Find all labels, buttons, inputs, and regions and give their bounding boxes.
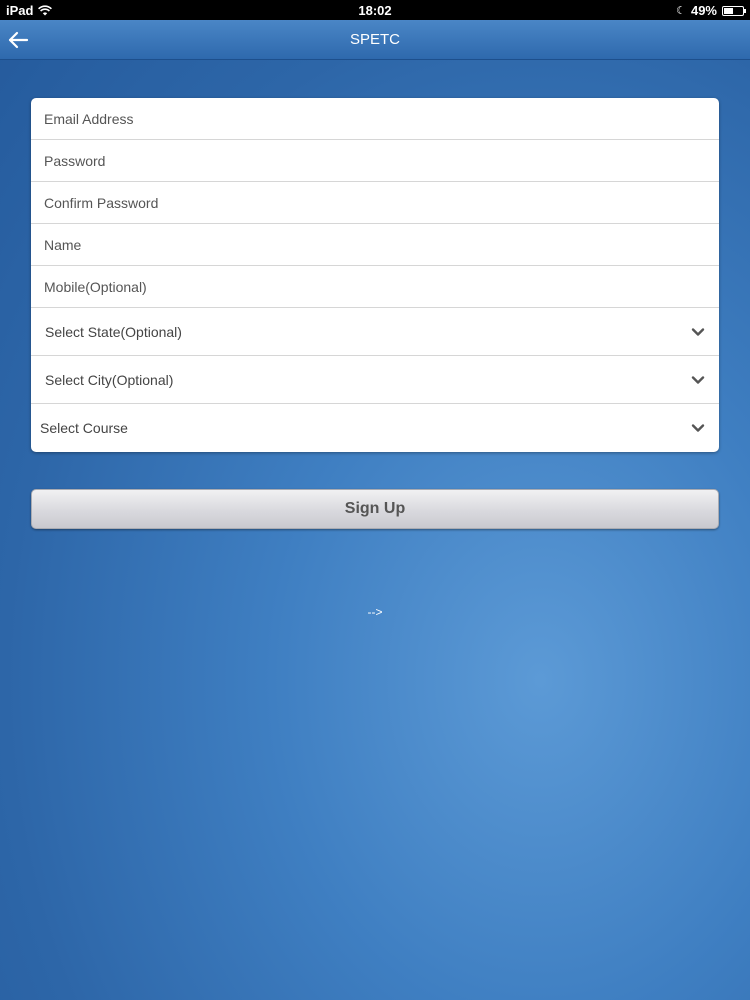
battery-icon [722, 5, 746, 16]
stray-text: --> [367, 605, 383, 619]
do-not-disturb-icon: ☾ [676, 5, 686, 17]
chevron-down-icon [691, 328, 705, 336]
page-title: SPETC [349, 31, 400, 48]
state-select-label: Select State(Optional) [45, 324, 182, 340]
chevron-down-icon [691, 376, 705, 384]
city-select[interactable]: Select City(Optional) [31, 356, 719, 404]
confirm-password-field-row [31, 182, 719, 224]
mobile-field-row [31, 266, 719, 308]
course-select[interactable]: Select Course [31, 404, 719, 452]
battery-percent: 49% [690, 3, 717, 18]
status-right: ☾ 49% [676, 3, 746, 18]
battery-fill [724, 7, 733, 14]
name-field[interactable] [44, 224, 704, 265]
navigation-bar: SPETC [0, 20, 750, 60]
email-field-row [31, 98, 719, 140]
city-select-label: Select City(Optional) [45, 372, 174, 388]
email-field[interactable] [44, 98, 704, 139]
password-field[interactable] [44, 140, 704, 181]
chevron-down-icon [691, 424, 705, 432]
mobile-field[interactable] [44, 266, 704, 307]
signup-form: Select State(Optional) Select City(Optio… [31, 98, 719, 452]
confirm-password-field[interactable] [44, 182, 704, 223]
password-field-row [31, 140, 719, 182]
status-bar: iPad 18:02 ☾ 49% [0, 0, 750, 20]
course-select-label: Select Course [40, 420, 128, 436]
name-field-row [31, 224, 719, 266]
state-select[interactable]: Select State(Optional) [31, 308, 719, 356]
sign-up-button[interactable]: Sign Up [31, 489, 719, 529]
status-time: 18:02 [358, 3, 392, 18]
